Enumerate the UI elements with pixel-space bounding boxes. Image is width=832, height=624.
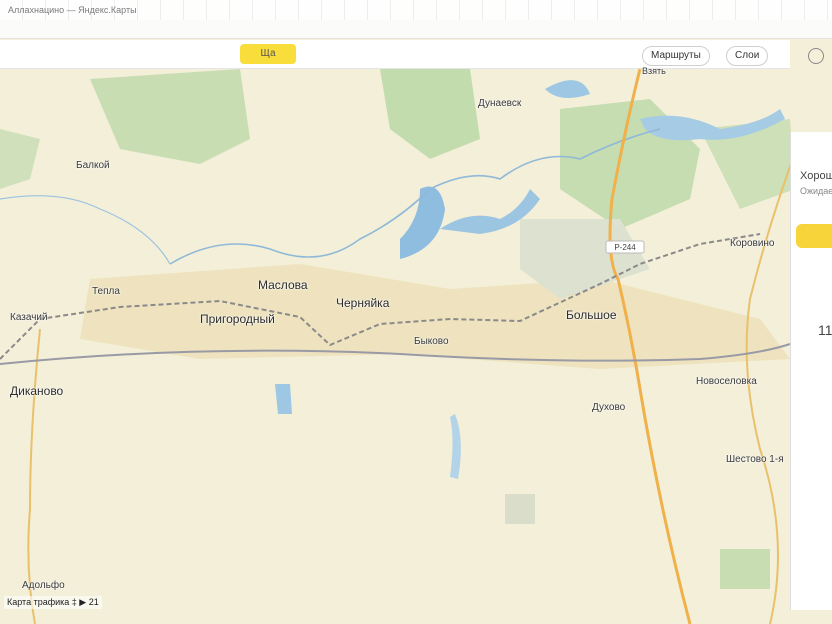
panel-title: Хорош [800, 170, 832, 182]
place-label: Шестово 1-я [726, 454, 784, 465]
browser-top-bar: Аллахнацино — Яндекс.Карты [0, 0, 832, 39]
compass-icon[interactable] [808, 48, 824, 64]
panel-subtitle: Ожидает [800, 186, 832, 196]
map-footer[interactable]: Карта трафика ‡ ▶ 21 [4, 596, 102, 609]
place-label: Духово [592, 402, 626, 413]
place-label: Новоселовка [696, 376, 757, 387]
panel-action-button[interactable] [796, 224, 832, 248]
layers-button[interactable]: Слои [726, 46, 769, 66]
field-plot [505, 494, 535, 524]
place-label: Большое [566, 308, 617, 322]
routes-sublabel: Взять [642, 66, 666, 76]
place-label: Адольфо [22, 580, 65, 591]
place-label: Коровино [730, 238, 775, 249]
panel-number: 11 [818, 322, 832, 338]
place-label: Черняйка [336, 296, 390, 310]
tab-title[interactable]: Аллахнацино — Яндекс.Карты [8, 5, 137, 15]
place-label: Тепла [92, 286, 120, 297]
road-number: Р-244 [614, 243, 636, 252]
traffic-badge[interactable]: Ща [240, 44, 296, 64]
place-label: Маслова [258, 278, 308, 292]
place-label: Дунаевск [478, 98, 522, 109]
info-panel [790, 132, 832, 610]
place-label: Пригородный [200, 312, 275, 326]
place-label: Балкой [76, 160, 110, 171]
place-label: Диканово [10, 384, 64, 398]
routes-button[interactable]: Маршруты [642, 46, 710, 66]
place-label: Казачий [10, 312, 48, 323]
forest-area [720, 549, 770, 589]
place-label: Быково [414, 336, 449, 347]
